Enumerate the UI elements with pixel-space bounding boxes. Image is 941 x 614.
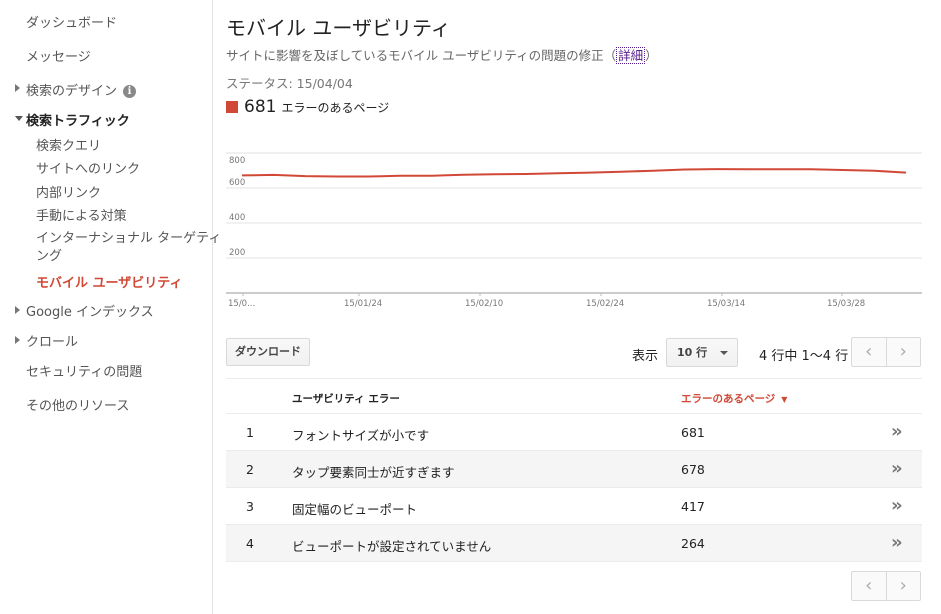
x-tick-label: 15/0... (228, 299, 255, 309)
expand-triangle-icon[interactable] (15, 306, 20, 314)
sidebar-item-search-queries[interactable]: 検索クエリ (36, 135, 101, 154)
rows-label: 表示 (632, 349, 659, 364)
double-chevron-right-icon[interactable]: » (891, 421, 903, 442)
error-page-value: 264 (681, 536, 705, 551)
error-page-value: 681 (681, 425, 705, 440)
sidebar-item-links-to-site[interactable]: サイトへのリンク (36, 158, 140, 177)
error-page-value: 678 (681, 462, 705, 477)
double-chevron-right-icon[interactable]: » (891, 532, 903, 553)
expand-triangle-icon[interactable] (15, 336, 20, 344)
sidebar-item-crawl[interactable]: クロール (26, 331, 78, 350)
next-page-icon[interactable]: › (887, 338, 921, 366)
page-title: モバイル ユーザビリティ (226, 16, 451, 40)
x-tick-label: 15/03/28 (827, 299, 865, 309)
x-tick-label: 15/03/14 (707, 299, 745, 309)
y-tick-label: 800 (229, 156, 245, 166)
y-tick-label: 200 (229, 248, 245, 258)
chart-legend: 681 エラーのあるページ (226, 97, 389, 117)
sort-desc-icon: ▼ (781, 395, 788, 404)
x-tick-label: 15/02/24 (586, 299, 624, 309)
page-subtitle: サイトに影響を及ぼしているモバイル ユーザビリティの問題の修正（ 詳細） (226, 45, 658, 64)
legend-label: エラーのあるページ (281, 101, 390, 115)
main-content: モバイル ユーザビリティ サイトに影響を及ぼしているモバイル ユーザビリティの問… (226, 0, 926, 614)
error-name: タップ要素同士が近すぎます (292, 465, 455, 480)
prev-page-icon[interactable]: ‹ (852, 572, 887, 600)
usability-errors-table: ユーザビリティ エラー エラーのあるページ ▼ 1 フォントサイズが小です 681… (226, 378, 922, 562)
pagination-top: ‹ › (851, 337, 921, 367)
series-line (241, 168, 907, 178)
table-row[interactable]: 3 固定幅のビューポート 417 » (226, 488, 922, 525)
table-row[interactable]: 1 フォントサイズが小です 681 » (226, 414, 922, 451)
sidebar: ダッシュボード メッセージ 検索のデザイン i 検索トラフィック 検索クエリ サイ… (0, 0, 221, 614)
sidebar-item-label: ング (36, 249, 63, 264)
sidebar-item-mobile-usability[interactable]: モバイル ユーザビリティ (36, 272, 183, 291)
status-text: ステータス: 15/04/04 (226, 76, 353, 91)
y-tick-label: 600 (229, 178, 245, 188)
download-button[interactable]: ダウンロード (226, 338, 310, 366)
y-tick-label: 400 (229, 213, 245, 223)
details-link[interactable]: 詳細 (616, 47, 646, 64)
sidebar-item-label: 検索のデザイン (26, 84, 118, 99)
sidebar-item-google-index[interactable]: Google インデックス (26, 301, 154, 320)
sidebar-item-label: インターナショナル ターゲティ (36, 231, 222, 246)
dropdown-caret-icon (720, 351, 728, 355)
double-chevron-right-icon[interactable]: » (891, 495, 903, 516)
sidebar-item-messages[interactable]: メッセージ (26, 46, 91, 65)
row-index: 3 (246, 499, 254, 514)
table-header: ユーザビリティ エラー エラーのあるページ ▼ (226, 378, 922, 414)
column-header-error[interactable]: ユーザビリティ エラー (292, 391, 400, 406)
subtitle-end: ） (645, 48, 658, 63)
legend-swatch (226, 101, 238, 113)
column-header-label: エラーのあるページ (681, 393, 776, 405)
table-row[interactable]: 4 ビューポートが設定されていません 264 » (226, 525, 922, 562)
error-page-value: 417 (681, 499, 705, 514)
prev-page-icon[interactable]: ‹ (852, 338, 887, 366)
error-name: ビューポートが設定されていません (292, 539, 492, 554)
subtitle-text: サイトに影響を及ぼしているモバイル ユーザビリティの問題の修正（ (226, 48, 617, 63)
error-name: フォントサイズが小です (292, 428, 430, 443)
pagination-bottom: ‹ › (851, 571, 921, 601)
collapse-triangle-icon[interactable] (15, 116, 23, 121)
sidebar-item-manual-actions[interactable]: 手動による対策 (36, 205, 127, 224)
table-row[interactable]: 2 タップ要素同士が近すぎます 678 » (226, 451, 922, 488)
double-chevron-right-icon[interactable]: » (891, 458, 903, 479)
info-icon[interactable]: i (123, 85, 137, 98)
sidebar-item-internal-links[interactable]: 内部リンク (36, 182, 101, 201)
sidebar-item-search-appearance[interactable]: 検索のデザイン i (26, 80, 137, 99)
sidebar-item-international-targeting[interactable]: インターナショナル ターゲティ ング (36, 230, 221, 266)
expand-triangle-icon[interactable] (15, 84, 20, 92)
error-page-count: 681 (244, 97, 277, 117)
pagination-range: 4 行中 1〜4 行 (759, 349, 849, 364)
rows-per-page-select[interactable]: 10 行 (666, 338, 738, 367)
next-page-icon[interactable]: › (887, 572, 921, 600)
error-name: 固定幅のビューポート (292, 502, 418, 517)
sidebar-item-search-traffic[interactable]: 検索トラフィック (26, 110, 130, 129)
sidebar-item-security-issues[interactable]: セキュリティの問題 (26, 361, 142, 380)
sidebar-item-other-resources[interactable]: その他のリソース (26, 395, 129, 414)
column-header-pages[interactable]: エラーのあるページ ▼ (681, 391, 787, 406)
row-index: 4 (246, 536, 254, 551)
row-index: 1 (246, 425, 254, 440)
error-chart: 800 600 400 200 15/0... 15/01/24 15/02/10 15/02… (226, 152, 922, 309)
x-tick-label: 15/01/24 (344, 299, 382, 309)
sidebar-item-dashboard[interactable]: ダッシュボード (26, 12, 117, 31)
rows-value: 10 行 (677, 346, 708, 359)
x-tick-label: 15/02/10 (465, 299, 503, 309)
row-index: 2 (246, 462, 254, 477)
